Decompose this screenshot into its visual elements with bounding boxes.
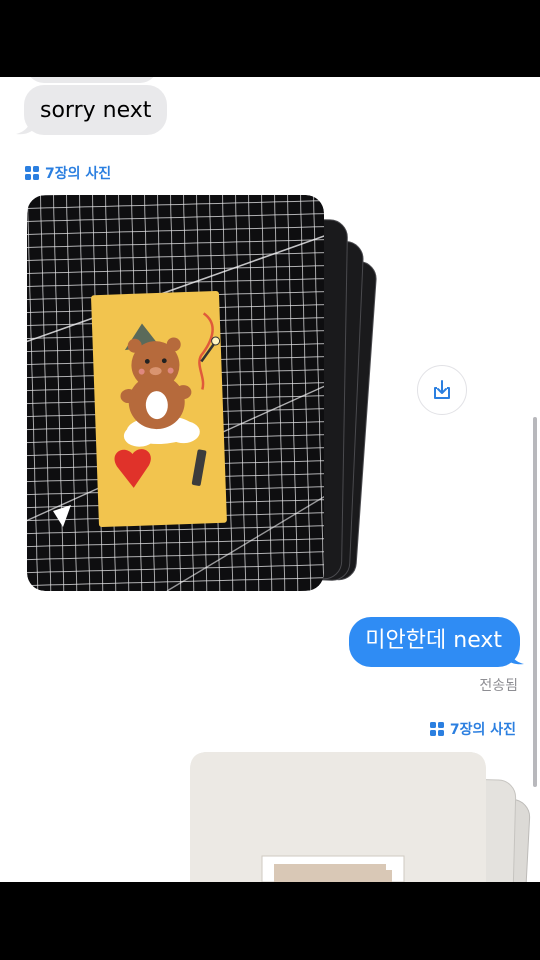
cut-off-message-bubble[interactable] [26,77,158,83]
sent-message-bubble[interactable]: 미안한데 next [349,617,520,667]
photo-stack-label[interactable]: 7장의 사진 [25,163,111,183]
photo-thumbnail[interactable] [27,195,324,591]
received-message-text: sorry next [40,98,152,123]
bottom-black-bar [0,882,540,960]
download-button[interactable] [417,365,467,415]
photo-thumbnail[interactable] [190,752,486,882]
photo-stack-count: 7장의 사진 [449,722,516,738]
photo-grid-icon [25,166,39,180]
top-black-bar [0,0,540,77]
photo-stack[interactable] [190,752,532,882]
scrollbar[interactable] [533,417,537,787]
sent-message-text: 미안한데 next [365,628,502,653]
photo-stack[interactable] [27,195,378,595]
received-message-bubble[interactable]: sorry next [24,85,168,135]
photo-stack-label[interactable]: 7장의 사진 [429,719,516,739]
download-icon [434,380,450,399]
delivery-status: 전송됨 [479,678,518,694]
photo-stack-count: 7장의 사진 [45,166,112,182]
photo-grid-icon [429,722,444,736]
message-thread[interactable]: sorry next 7장의 사진 미안한데 next 전송됨 7장의 사진 [0,77,540,882]
